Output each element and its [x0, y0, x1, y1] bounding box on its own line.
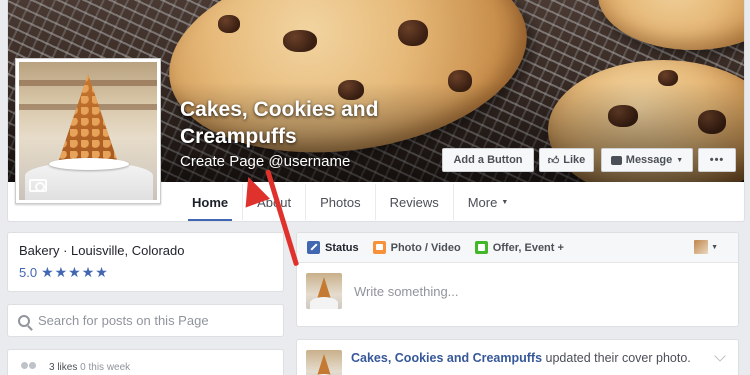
- write-something-input[interactable]: Write something...: [354, 284, 459, 299]
- tab-more-label: More: [467, 194, 498, 210]
- search-input[interactable]: Search for posts on this Page: [38, 313, 209, 328]
- camera-icon[interactable]: [29, 179, 47, 192]
- page-tabs: Home About Photos Reviews More ▼: [178, 182, 523, 221]
- create-username-link[interactable]: Create Page @username: [180, 153, 350, 170]
- tab-reviews[interactable]: Reviews: [376, 184, 454, 220]
- caret-down-icon: ▼: [501, 198, 509, 206]
- page-post-search[interactable]: Search for posts on this Page: [7, 304, 284, 337]
- add-a-button[interactable]: Add a Button: [442, 148, 534, 172]
- message-button[interactable]: Message ▼: [601, 148, 693, 172]
- chevron-down-icon[interactable]: ▼: [711, 244, 718, 251]
- post-as-avatar[interactable]: [694, 240, 708, 254]
- feed-post: Cakes, Cookies and Creampuffs updated th…: [296, 339, 739, 375]
- post-composer: Status Photo / Video Offer, Event + ▼ Wr…: [296, 232, 739, 327]
- croquembouche: [59, 74, 117, 160]
- chevron-down-icon: ▼: [676, 156, 684, 164]
- more-options-button[interactable]: •••: [698, 148, 736, 172]
- star-rating-icon: ★★★★★: [41, 264, 109, 280]
- composer-tabs: Status Photo / Video Offer, Event +: [297, 233, 738, 263]
- plate: [49, 158, 129, 170]
- likes-period: 0 this week: [80, 362, 131, 373]
- profile-picture[interactable]: [15, 58, 161, 204]
- add-button-label: Add a Button: [453, 154, 523, 166]
- photo-video-label: Photo / Video: [390, 241, 461, 254]
- message-icon: [610, 155, 622, 165]
- composer-tab-offer-event[interactable]: Offer, Event +: [474, 241, 564, 254]
- thumbs-up-icon: 👍︎: [547, 154, 560, 167]
- tab-photos[interactable]: Photos: [306, 184, 376, 220]
- pencil-icon: [307, 241, 320, 254]
- composer-tab-status[interactable]: Status: [307, 241, 359, 254]
- post-options-chevron-icon[interactable]: [714, 350, 726, 362]
- tab-more[interactable]: More ▼: [454, 184, 523, 220]
- post-action: updated their cover photo.: [542, 351, 691, 365]
- like-button[interactable]: 👍︎ Like: [539, 148, 594, 172]
- status-label: Status: [325, 241, 359, 254]
- offer-icon: [474, 241, 488, 254]
- tab-home[interactable]: Home: [178, 184, 244, 221]
- people-icon: [21, 362, 37, 372]
- rating-value: 5.0: [19, 265, 38, 280]
- photo-icon: [372, 241, 386, 254]
- avatar: [306, 273, 342, 309]
- post-header: Cakes, Cookies and Creampuffs updated th…: [351, 350, 691, 375]
- rating[interactable]: 5.0 ★★★★★: [19, 264, 272, 281]
- about-card: Bakery · Louisville, Colorado 5.0 ★★★★★: [7, 232, 284, 292]
- likes-count: 3 likes: [49, 362, 78, 373]
- ellipsis-icon: •••: [709, 154, 725, 166]
- croquembouche-image: [19, 62, 157, 200]
- page-title[interactable]: Cakes, Cookies and Creampuffs: [180, 96, 440, 150]
- post-author-link[interactable]: Cakes, Cookies and Creampuffs: [351, 351, 542, 365]
- composer-body: Write something...: [297, 263, 738, 319]
- like-label: Like: [563, 154, 586, 166]
- likes-card: 3 likes 0 this week: [7, 349, 284, 375]
- offer-event-label: Offer, Event +: [492, 241, 564, 254]
- likes-summary[interactable]: 3 likes 0 this week: [49, 362, 130, 373]
- message-label: Message: [625, 154, 673, 166]
- avatar[interactable]: [306, 350, 342, 375]
- search-icon: [18, 314, 30, 327]
- category-location[interactable]: Bakery · Louisville, Colorado: [19, 243, 272, 258]
- composer-tab-photo-video[interactable]: Photo / Video: [372, 241, 461, 254]
